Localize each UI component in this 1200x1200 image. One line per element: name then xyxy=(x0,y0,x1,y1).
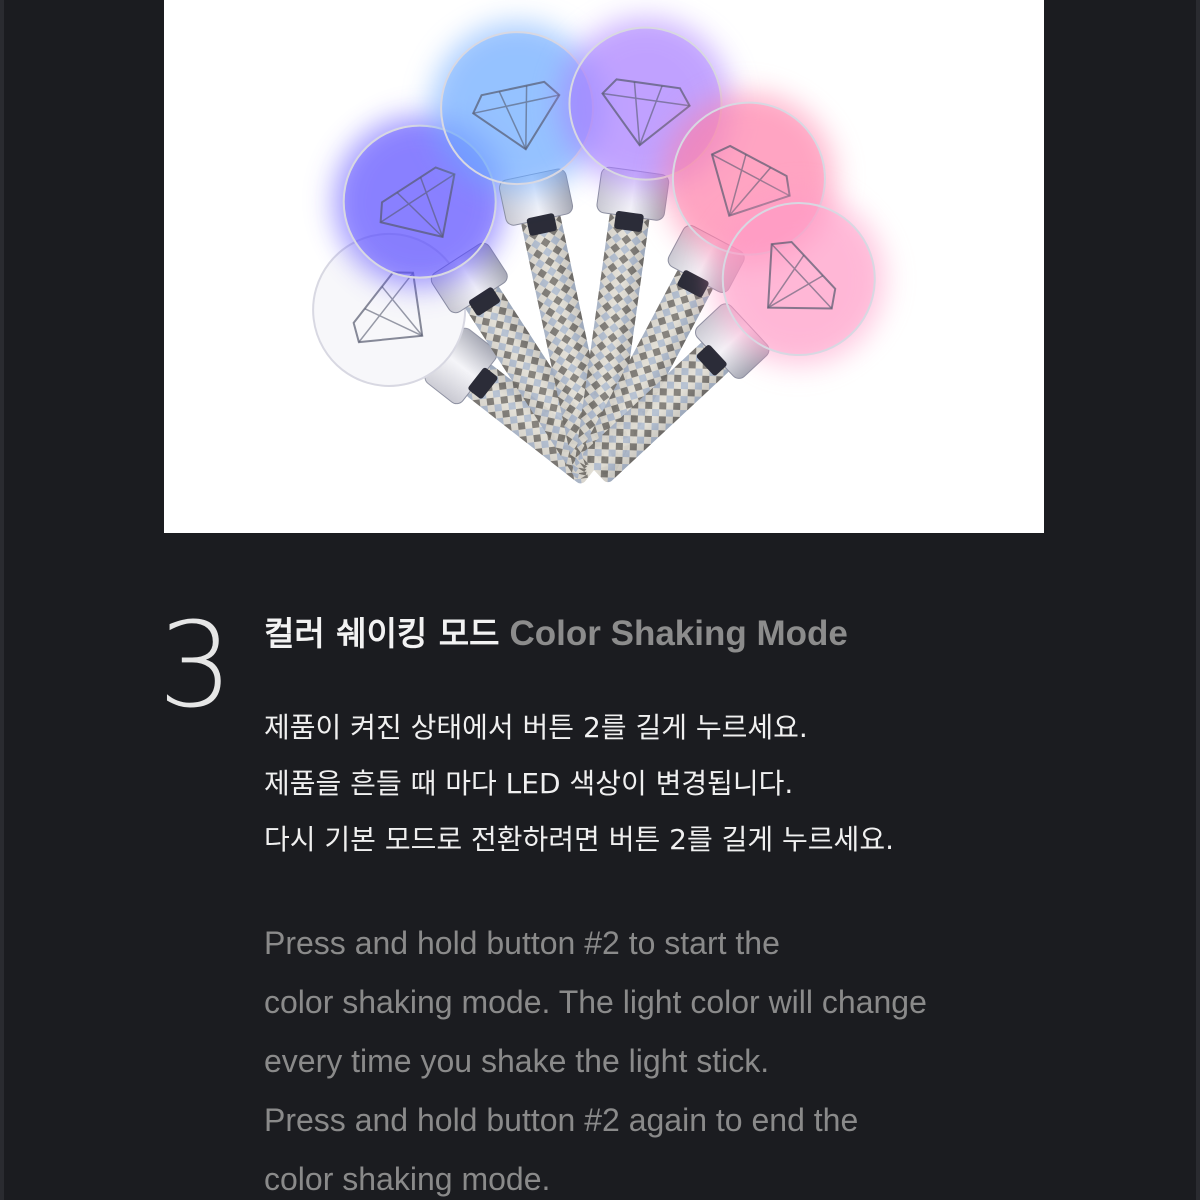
hero-image xyxy=(164,0,1044,533)
description-english-line: color shaking mode. The light color will… xyxy=(264,984,927,1020)
description-korean: 제품이 켜진 상태에서 버튼 2를 길게 누르세요. 제품을 흔들 때 마다 L… xyxy=(264,700,894,868)
description-english-line: color shaking mode. xyxy=(264,1161,551,1197)
description-korean-line: 제품이 켜진 상태에서 버튼 2를 길게 누르세요. xyxy=(264,711,808,744)
light-sticks-illustration xyxy=(303,17,885,484)
right-border xyxy=(1196,0,1200,1200)
step-title: 컬러 쉐이킹 모드 Color Shaking Mode xyxy=(264,612,848,656)
left-border xyxy=(0,0,4,1200)
description-korean-line: 다시 기본 모드로 전환하려면 버튼 2를 길게 누르세요. xyxy=(264,823,894,856)
description-korean-line: 제품을 흔들 때 마다 LED 색상이 변경됩니다. xyxy=(264,767,794,800)
description-english-line: Press and hold button #2 again to end th… xyxy=(264,1102,859,1138)
step-title-english: Color Shaking Mode xyxy=(509,614,848,653)
page: 3 컬러 쉐이킹 모드 Color Shaking Mode 제품이 켜진 상태에… xyxy=(0,0,1200,1200)
step-number: 3 xyxy=(158,596,234,734)
step-title-korean: 컬러 쉐이킹 모드 xyxy=(264,614,500,653)
description-english-line: Press and hold button #2 to start the xyxy=(264,925,780,961)
description-english: Press and hold button #2 to start the co… xyxy=(264,914,927,1200)
description-english-line: every time you shake the light stick. xyxy=(264,1043,770,1079)
